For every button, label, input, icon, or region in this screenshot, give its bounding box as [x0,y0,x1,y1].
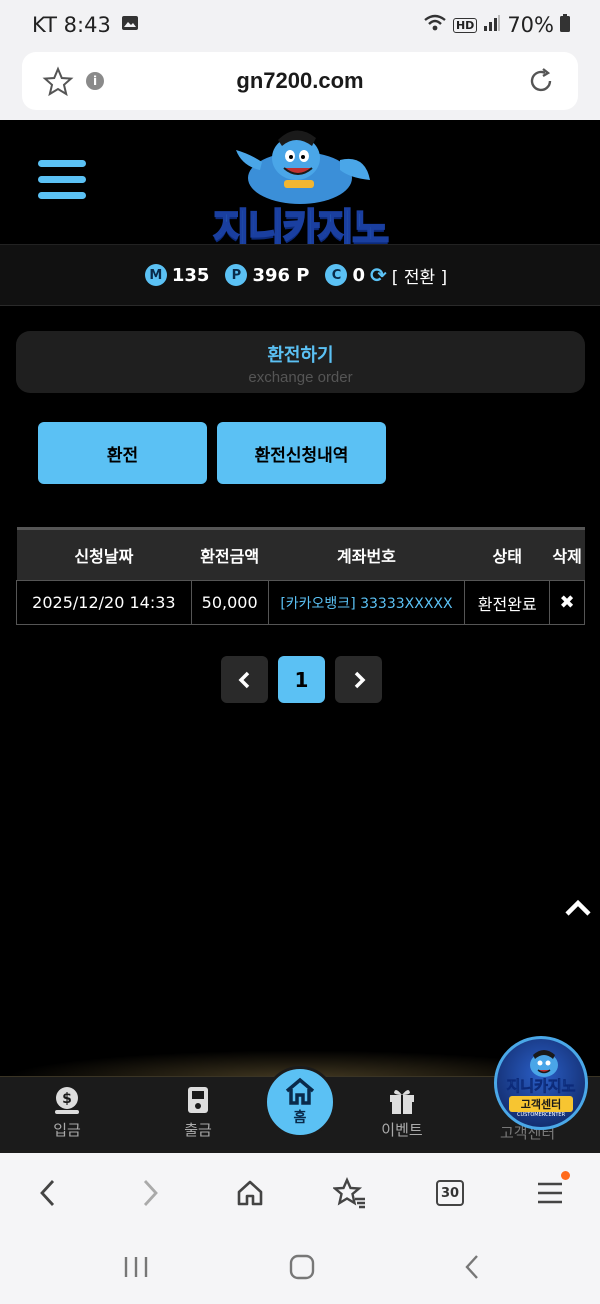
nav-deposit[interactable]: $ 입금 [22,1083,112,1140]
money-balance: M 135 [144,264,210,286]
site-logo[interactable]: 지니카지노 [200,120,400,253]
back-arrow-icon [40,1180,55,1206]
browser-home-button[interactable] [230,1173,270,1213]
exchange-subtitle: exchange order [248,369,353,386]
table-header-row: 신청날짜 환전금액 계좌번호 상태 삭제 [16,527,585,581]
money-coin-icon: M [144,264,167,286]
browser-home-icon [237,1180,263,1206]
row-status: 환전완료 [464,580,551,625]
browser-back-button[interactable] [28,1173,68,1213]
row-date: 2025/12/20 14:33 [16,580,192,625]
next-page-button[interactable] [335,656,382,703]
casino-coin-icon: C [325,264,348,286]
svg-text:$: $ [62,1091,72,1107]
hd-badge: HD [452,17,478,33]
exchange-history-table: 신청날짜 환전금액 계좌번호 상태 삭제 2025/12/20 14:33 50… [16,527,585,625]
exchange-header: 환전하기 exchange order [16,331,585,393]
money-value: 135 [171,264,210,286]
row-amount: 50,000 [190,580,269,625]
casino-balance: C 0 ⟳ [ 전환 ] [325,263,447,288]
url-text[interactable]: gn7200.com [22,68,578,94]
casino-value: 0 [352,264,366,286]
header-status: 상태 [464,527,550,581]
reload-icon[interactable] [526,66,556,100]
browser-bookmarks-button[interactable] [330,1173,370,1213]
gift-icon [357,1083,447,1117]
cs-badge-english: CUSTOMERCENTER [516,1112,566,1118]
row-delete-cell: ✖ [549,580,585,625]
gallery-icon [121,13,139,37]
site-header: 지니카지노 [0,120,600,253]
system-back-icon[interactable] [462,1253,482,1285]
wifi-icon [423,13,447,37]
nav-deposit-label: 입금 [53,1121,81,1139]
cs-badge-center: 고객센터 [509,1096,573,1112]
browser-forward-button[interactable] [130,1173,170,1213]
bookmarks-icon [333,1177,365,1209]
battery-percent: 70% [507,13,554,37]
pagination: 1 [221,656,382,703]
browser-url-area: i gn7200.com [0,50,600,120]
menu-icon[interactable] [38,160,86,202]
browser-menu-icon [538,1182,562,1204]
refresh-icon[interactable]: ⟳ [370,263,387,287]
system-nav-bar [0,1233,600,1304]
exchange-history-button[interactable]: 환전신청내역 [217,422,386,484]
scroll-top-button[interactable] [564,892,592,925]
chevron-up-icon [565,899,591,916]
header-date: 신청날짜 [16,527,192,581]
cs-badge-name: 지니카지노 [506,1077,576,1096]
browser-menu-button[interactable] [530,1171,570,1213]
nav-event-label: 이벤트 [381,1121,423,1139]
switch-button[interactable]: [ 전환 ] [392,263,447,288]
recent-apps-icon[interactable] [122,1253,150,1285]
genie-mascot-small-icon [530,1050,558,1077]
delete-icon[interactable]: ✖ [560,592,575,613]
balance-bar: M 135 P 396 P C 0 ⟳ [ 전환 ] [0,244,600,306]
address-bar[interactable]: i gn7200.com [22,52,578,110]
nav-event[interactable]: 이벤트 [357,1083,447,1140]
chevron-right-icon [354,671,365,688]
withdraw-icon [153,1083,243,1117]
system-home-icon[interactable] [288,1253,316,1285]
nav-home[interactable]: 홈 [264,1066,336,1138]
nav-withdraw[interactable]: 출금 [153,1083,243,1140]
battery-icon [560,13,570,37]
nav-home-label: 홈 [293,1110,307,1126]
page: KT 8:43 HD 70% i gn7200.com 지니카지노 M 135 … [0,0,600,1304]
carrier-time: KT 8:43 [32,13,111,37]
header-amount: 환전금액 [191,527,269,581]
point-coin-icon: P [225,264,248,286]
table-row: 2025/12/20 14:33 50,000 [카카오뱅크] 33333XXX… [16,580,585,625]
point-value: 396 P [252,264,310,286]
notification-dot [561,1171,570,1180]
customer-center-badge[interactable]: 지니카지노 고객센터 CUSTOMERCENTER [494,1036,588,1130]
browser-tabs-button[interactable]: 30 [430,1173,470,1213]
header-delete: 삭제 [549,527,585,581]
header-account: 계좌번호 [268,527,465,581]
chevron-left-icon [238,671,249,688]
signal-icon [483,13,501,37]
forward-arrow-icon [143,1180,158,1206]
page-1-button[interactable]: 1 [278,656,325,703]
nav-withdraw-label: 출금 [184,1121,212,1139]
point-balance: P 396 P [225,264,309,286]
deposit-icon: $ [22,1083,112,1117]
browser-toolbar: 30 [0,1153,600,1233]
home-icon [285,1077,315,1105]
tabs-count: 30 [436,1180,464,1206]
prev-page-button[interactable] [221,656,268,703]
row-account: [카카오뱅크] 33333XXXXX [267,580,466,625]
status-bar: KT 8:43 HD 70% [0,0,600,50]
exchange-title: 환전하기 [267,345,334,366]
exchange-button[interactable]: 환전 [38,422,207,484]
